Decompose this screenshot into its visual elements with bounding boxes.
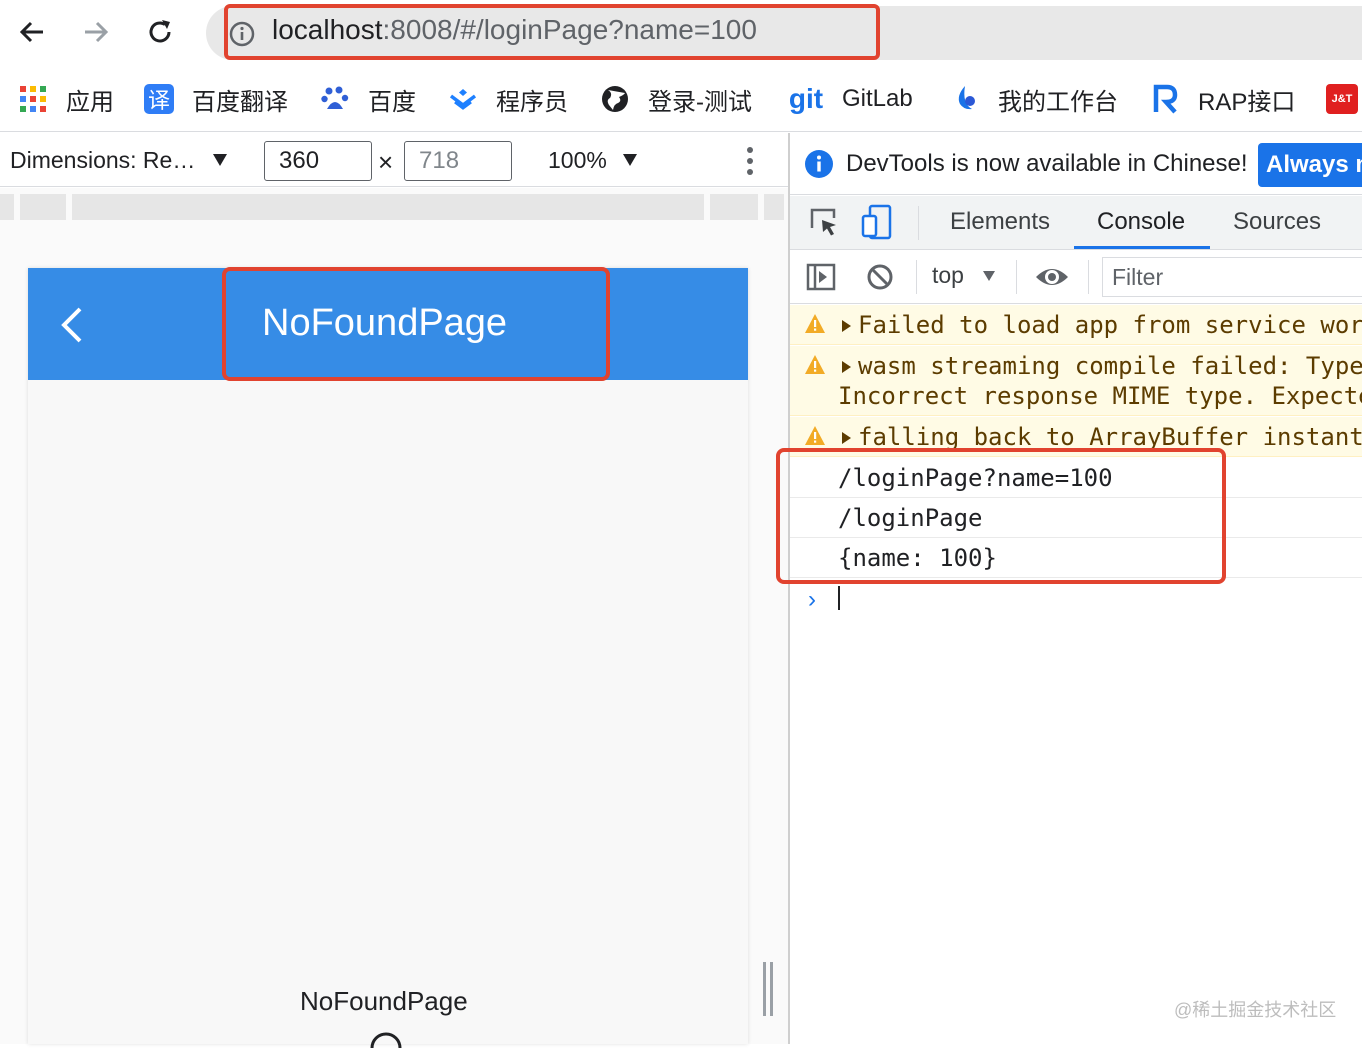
toolbar-divider [1088, 260, 1089, 294]
reload-icon [149, 20, 171, 43]
console-message-text: Incorrect response MIME type. Expected [838, 382, 1362, 410]
context-selector[interactable]: top [932, 262, 964, 289]
warning-icon [805, 426, 825, 445]
title-highlight-box [222, 267, 610, 381]
tab-sources[interactable]: Sources [1233, 208, 1321, 236]
more-options-icon[interactable] [744, 145, 756, 177]
reload-button[interactable] [140, 12, 180, 52]
phone-screen [28, 268, 748, 1044]
rap-icon [1150, 84, 1180, 114]
dimensions-dropdown[interactable]: Dimensions: Re… [10, 147, 195, 174]
zoom-dropdown[interactable]: 100% [548, 147, 607, 174]
height-input[interactable]: 718 [404, 141, 512, 181]
toolbar-divider [1016, 260, 1017, 294]
eye-icon[interactable] [1034, 264, 1070, 290]
warning-icon [805, 314, 825, 333]
ruler-segment [20, 194, 66, 220]
active-tab-indicator [1074, 246, 1210, 249]
width-input[interactable]: 360 [264, 141, 372, 181]
baidu-translate-icon: 译 [144, 84, 174, 114]
always-match-language-button[interactable]: Always match Chrome's language [1258, 143, 1362, 187]
ruler-segment [0, 194, 14, 220]
bookmark-label: RAP接口 [1198, 88, 1296, 116]
bookmark-label: 应用 [66, 88, 114, 116]
chevron-down-icon[interactable] [982, 270, 996, 282]
juejin-icon [448, 84, 478, 114]
console-message-text: wasm streaming compile failed: TypeError… [858, 352, 1362, 380]
bookmark-apps[interactable]: 应用 [18, 82, 114, 116]
ruler-segment [764, 194, 784, 220]
console-warning[interactable]: Failed to load app from service worker [790, 305, 1362, 345]
watermark: @稀土掘金技术社区 [1174, 1000, 1337, 1020]
bookmark-login-test[interactable]: 登录-测试 [600, 82, 752, 116]
resize-handle-icon[interactable] [762, 962, 774, 1016]
dimensions-label: Dimensions: Re… [10, 147, 196, 173]
clear-console-icon[interactable] [866, 263, 894, 291]
bookmark-rap[interactable]: RAP接口 [1150, 82, 1295, 116]
zoom-label: 100% [548, 147, 607, 173]
baidu-paw-icon [320, 84, 350, 114]
tab-elements[interactable]: Elements [950, 208, 1050, 236]
console-prompt-icon: › [808, 586, 816, 613]
bookmarks-bar: 应用 译 百度翻译 百度 程序员 登录-测试 git GitLab 我的工作台 [0, 68, 1362, 132]
context-label: top [932, 262, 964, 288]
bookmark-baidu-translate[interactable]: 译 百度翻译 [144, 82, 288, 116]
bookmark-label: 百度 [368, 88, 416, 116]
bookmark-label: 我的工作台 [998, 88, 1118, 116]
bookmark-baidu[interactable]: 百度 [320, 82, 416, 116]
bookmark-label: 程序员 [496, 88, 568, 116]
bookmark-workbench[interactable]: 我的工作台 [950, 82, 1118, 116]
back-arrow-icon [19, 21, 43, 43]
console-filter-input[interactable]: Filter [1102, 257, 1362, 297]
back-button[interactable] [12, 12, 52, 52]
warning-icon [805, 355, 825, 374]
forward-arrow-icon [85, 21, 109, 43]
expand-triangle-icon[interactable] [842, 320, 851, 332]
expand-triangle-icon[interactable] [842, 361, 851, 373]
toolbar-divider [918, 206, 919, 240]
device-toggle-icon[interactable] [860, 204, 894, 240]
browser-toolbar: localhost:8008/#/loginPage?name=100 [0, 0, 1362, 68]
bookmark-jt[interactable]: J&T [1326, 82, 1362, 116]
bookmark-label: 登录-测试 [648, 88, 752, 116]
devtools-info-text: DevTools is now available in Chinese! [846, 150, 1248, 177]
git-icon: git [788, 83, 824, 114]
bookmark-label: GitLab [842, 85, 913, 112]
globe-icon [600, 84, 630, 114]
jt-icon: J&T [1326, 84, 1358, 114]
toolbar-divider [916, 260, 917, 294]
sidebar-toggle-icon[interactable] [806, 262, 836, 292]
workbench-icon [950, 84, 980, 114]
url-highlight-box [224, 4, 880, 60]
spinner-icon [370, 1032, 402, 1049]
times-sign: × [378, 147, 394, 177]
chevron-down-icon[interactable] [622, 153, 638, 167]
info-circle-icon [805, 150, 833, 178]
bookmark-programmer[interactable]: 程序员 [448, 82, 568, 116]
chevron-down-icon[interactable] [212, 153, 228, 167]
ruler-segment [72, 194, 704, 220]
apps-grid-icon [18, 84, 48, 114]
tab-console[interactable]: Console [1097, 208, 1185, 236]
console-warning[interactable]: wasm streaming compile failed: TypeError… [790, 346, 1362, 416]
console-message-text: falling back to ArrayBuffer instantiatio… [858, 423, 1362, 451]
device-toolbar: Dimensions: Re… 360 × 718 100% [0, 133, 788, 187]
page-body-text: NoFoundPage [300, 986, 468, 1016]
forward-button[interactable] [76, 12, 116, 52]
log-highlight-box [776, 448, 1226, 584]
media-query-ruler[interactable] [0, 188, 788, 224]
back-chevron-icon[interactable] [58, 306, 86, 344]
console-input-caret[interactable] [838, 586, 840, 610]
inspect-element-icon[interactable] [808, 206, 840, 238]
ruler-segment [710, 194, 758, 220]
bookmark-label: 百度翻译 [192, 88, 288, 116]
expand-triangle-icon[interactable] [842, 432, 851, 444]
console-message-text: Failed to load app from service worker [858, 311, 1362, 339]
bookmark-gitlab[interactable]: git GitLab [788, 82, 913, 116]
